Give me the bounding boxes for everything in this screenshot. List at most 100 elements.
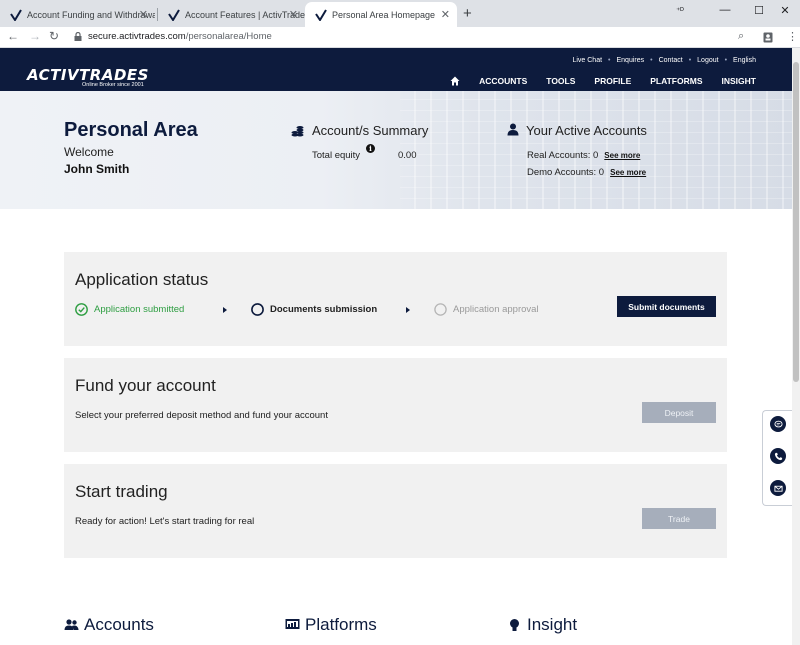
- page-title: Personal Area: [64, 119, 198, 141]
- utility-links: Live Chat • Enquires • Contact • Logout • En…: [572, 57, 756, 64]
- real-see-more-link[interactable]: See more: [604, 151, 640, 160]
- enquires-link[interactable]: Enquires: [616, 57, 644, 64]
- section-accounts-title: Accounts: [84, 615, 154, 634]
- section-insight[interactable]: Insight: [507, 615, 577, 635]
- section-platforms-title: Platforms: [305, 615, 377, 634]
- deposit-button[interactable]: Deposit: [642, 402, 716, 423]
- forward-arrow-icon[interactable]: →: [29, 29, 41, 43]
- site-header: ACTIVTRADES Online Broker since 2001 Liv…: [0, 48, 800, 91]
- tab-title: Personal Area Homepage: [332, 9, 436, 20]
- real-accounts-count: Real Accounts: 0: [527, 150, 599, 161]
- step-label: Application approval: [453, 304, 539, 315]
- users-icon: [64, 619, 79, 630]
- fund-account-description: Select your preferred deposit method and…: [75, 410, 328, 421]
- hero-banner: Personal Area Welcome John Smith Account…: [0, 91, 800, 209]
- nav-profile[interactable]: PROFILE: [594, 76, 631, 86]
- main-navigation: ACCOUNTS TOOLS PROFILE PLATFORMS INSIGHT: [450, 76, 756, 86]
- chat-bubble-icon[interactable]: [770, 416, 786, 432]
- step-application-submitted: Application submitted: [75, 303, 184, 316]
- fund-account-card: Fund your account Select your preferred …: [64, 358, 727, 452]
- total-equity-value: 0.00: [398, 150, 417, 161]
- user-icon: [507, 123, 519, 136]
- browser-tab-funding[interactable]: Account Funding and Withdrawals ✕: [0, 2, 155, 27]
- scrollbar-thumb[interactable]: [793, 62, 799, 382]
- section-platforms[interactable]: Platforms: [285, 615, 377, 635]
- live-chat-link[interactable]: Live Chat: [572, 57, 602, 64]
- minimize-icon[interactable]: —: [710, 0, 740, 20]
- url-field[interactable]: secure.activtrades.com/personalarea/Home: [88, 31, 272, 42]
- activtrades-favicon-icon: [168, 8, 180, 21]
- fund-account-title: Fund your account: [75, 376, 216, 395]
- address-bar: ← → ↻ secure.activtrades.com/personalare…: [0, 27, 800, 48]
- summary-title: Account/s Summary: [312, 123, 429, 138]
- step-label: Application submitted: [94, 304, 185, 315]
- info-icon[interactable]: i: [366, 144, 375, 153]
- trade-button[interactable]: Trade: [642, 508, 716, 529]
- separator-dot: •: [650, 57, 653, 64]
- contact-widget: [762, 410, 792, 506]
- logout-link[interactable]: Logout: [697, 57, 718, 64]
- browser-tab-bar: Account Funding and Withdrawals ✕ Accoun…: [0, 0, 800, 27]
- window-close-icon[interactable]: ✕: [770, 0, 800, 20]
- language-selector[interactable]: English: [733, 57, 756, 64]
- check-circle-icon: [75, 303, 88, 316]
- phone-icon[interactable]: [770, 448, 786, 464]
- tab-title: Account Features | ActivTrades: [185, 9, 305, 20]
- section-insight-title: Insight: [527, 615, 578, 634]
- nav-accounts[interactable]: ACCOUNTS: [479, 76, 527, 86]
- demo-accounts-row: Demo Accounts: 0 See more: [527, 167, 646, 178]
- coins-icon: [291, 126, 304, 137]
- logo-tagline: Online Broker since 2001: [82, 82, 144, 88]
- demo-see-more-link[interactable]: See more: [610, 168, 646, 177]
- active-accounts-title: Your Active Accounts: [526, 123, 647, 138]
- lightbulb-icon: [510, 619, 519, 631]
- separator-dot: •: [688, 57, 692, 64]
- home-icon[interactable]: [450, 76, 460, 86]
- contact-card-icon[interactable]: [763, 32, 773, 43]
- page-scrollbar[interactable]: [792, 48, 800, 645]
- nav-platforms[interactable]: PLATFORMS: [650, 76, 702, 86]
- nav-insight[interactable]: INSIGHT: [722, 76, 756, 86]
- monitor-icon: [285, 619, 300, 629]
- activtrades-favicon-icon: [315, 8, 327, 21]
- real-accounts-row: Real Accounts: 0 See more: [527, 150, 640, 161]
- zoom-search-icon[interactable]: ⌕: [738, 30, 744, 43]
- circle-outline-icon: [434, 303, 447, 316]
- browser-tab-features[interactable]: Account Features | ActivTrades ✕: [158, 2, 305, 27]
- url-path: /personalarea/Home: [185, 31, 272, 42]
- step-label: Documents submission: [270, 304, 378, 315]
- total-equity-label: Total equity: [312, 150, 361, 161]
- browser-menu-icon[interactable]: ⋮: [787, 30, 798, 43]
- start-trading-card: Start trading Ready for action! Let's st…: [64, 464, 727, 558]
- close-tab-icon[interactable]: ✕: [289, 8, 298, 21]
- user-name: John Smith: [64, 162, 130, 176]
- step-application-approval: Application approval: [434, 303, 539, 316]
- step-documents-submission: Documents submission: [251, 303, 377, 316]
- step-arrow-icon: [406, 307, 410, 313]
- section-accounts[interactable]: Accounts: [64, 615, 154, 635]
- step-arrow-icon: [223, 307, 227, 313]
- reload-icon[interactable]: ↻: [49, 29, 59, 43]
- separator-dot: •: [608, 57, 611, 64]
- demo-accounts-count: Demo Accounts: 0: [527, 167, 605, 178]
- mail-icon[interactable]: [770, 480, 786, 496]
- back-arrow-icon[interactable]: ←: [7, 29, 19, 43]
- url-host: secure.activtrades.com: [88, 31, 186, 42]
- contact-link[interactable]: Contact: [659, 57, 683, 64]
- submit-documents-button[interactable]: Submit documents: [617, 296, 716, 317]
- browser-tab-personal-area[interactable]: Personal Area Homepage ✕: [305, 2, 457, 27]
- close-tab-icon[interactable]: ✕: [441, 8, 450, 21]
- start-trading-title: Start trading: [75, 482, 168, 501]
- lock-icon: [74, 32, 82, 41]
- nav-tools[interactable]: TOOLS: [546, 76, 575, 86]
- profile-indicator-icon[interactable]: ⁺ᴰ: [665, 0, 695, 20]
- application-status-card: Application status Application submitted…: [64, 252, 727, 346]
- start-trading-description: Ready for action! Let's start trading fo…: [75, 516, 255, 527]
- tab-title: Account Funding and Withdrawals: [27, 9, 155, 20]
- new-tab-button[interactable]: +: [463, 5, 472, 22]
- close-tab-icon[interactable]: ✕: [139, 8, 148, 21]
- application-status-title: Application status: [75, 270, 209, 289]
- separator-dot: •: [724, 57, 728, 64]
- circle-outline-icon: [251, 303, 264, 316]
- activtrades-favicon-icon: [10, 8, 22, 21]
